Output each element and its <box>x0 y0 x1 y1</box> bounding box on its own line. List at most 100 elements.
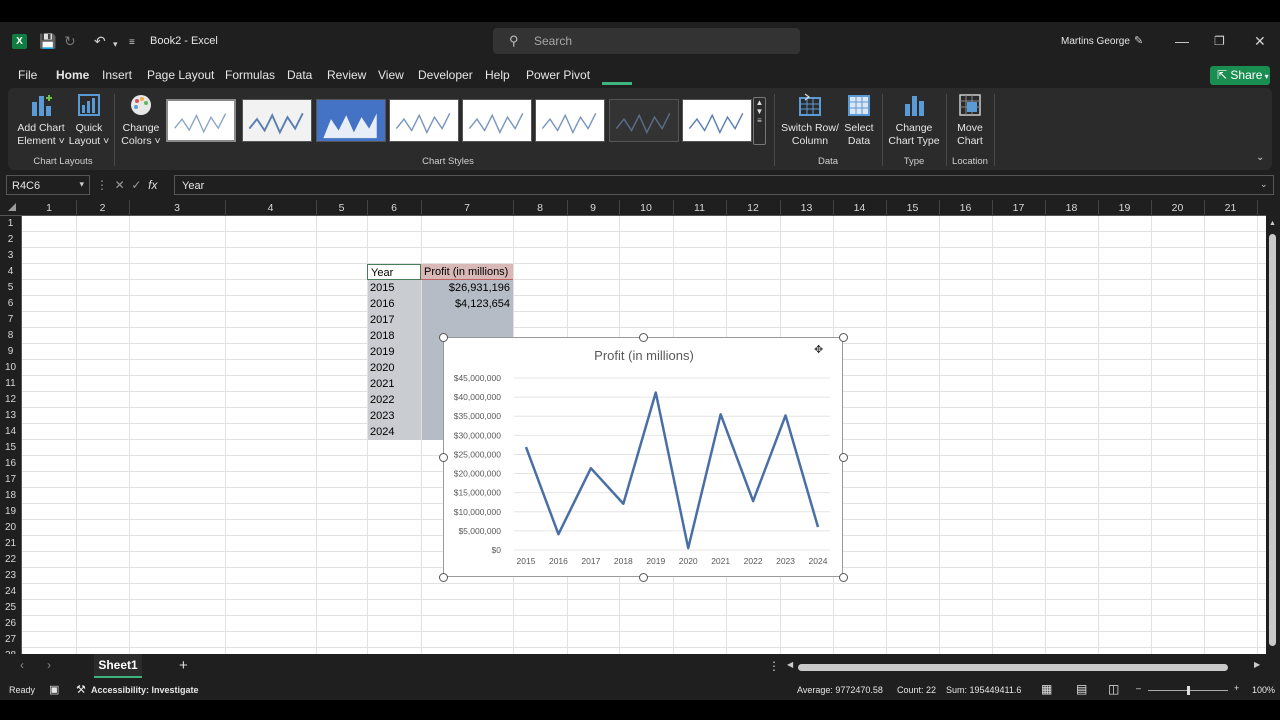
header-profit-cell[interactable]: Profit (in millions) <box>421 264 513 280</box>
chart-resize-handle[interactable] <box>439 333 448 342</box>
next-sheet-icon[interactable]: › <box>47 658 51 672</box>
column-header-2[interactable]: 2 <box>76 202 129 214</box>
tab-formulas[interactable]: Formulas <box>225 68 275 82</box>
tab-splitter-icon[interactable]: ⋮ <box>768 659 780 673</box>
normal-view-icon[interactable]: ▦ <box>1041 682 1052 696</box>
sheet-tab-sheet1[interactable]: Sheet1 <box>94 654 142 678</box>
customize-toolbar-icon[interactable]: ≡ <box>129 36 135 50</box>
scroll-left-icon[interactable]: ◀ <box>787 660 793 669</box>
row-header-22[interactable]: 22 <box>0 552 21 568</box>
zoom-in-icon[interactable]: + <box>1234 683 1239 693</box>
chart-resize-handle[interactable] <box>439 453 448 462</box>
row-header-4[interactable]: 4 <box>0 264 21 280</box>
macro-record-icon[interactable]: ▣ <box>49 683 59 696</box>
tab-power-pivot[interactable]: Power Pivot <box>526 68 590 82</box>
scroll-up-icon[interactable]: ▲ <box>1269 220 1276 227</box>
tab-view[interactable]: View <box>378 68 404 82</box>
profit-cell[interactable]: $26,931,196 <box>421 280 513 296</box>
move-chart-button[interactable]: Move Chart <box>950 92 990 148</box>
row-header-20[interactable]: 20 <box>0 520 21 536</box>
select-all-icon[interactable] <box>8 203 16 211</box>
expand-formula-bar-icon[interactable]: ⌄ <box>1260 179 1268 190</box>
add-sheet-icon[interactable]: + <box>179 657 188 674</box>
row-header-14[interactable]: 14 <box>0 424 21 440</box>
scroll-right-icon[interactable]: ▶ <box>1254 660 1260 669</box>
cancel-icon[interactable]: ✕ <box>115 178 125 192</box>
year-cell[interactable]: 2024 <box>367 424 421 440</box>
row-header-1[interactable]: 1 <box>0 216 21 232</box>
profit-cell[interactable]: $4,123,654 <box>421 296 513 312</box>
enter-icon[interactable]: ✓ <box>131 178 141 192</box>
quick-layout-button[interactable]: Quick Layout ˅ <box>68 92 110 148</box>
chart-resize-handle[interactable] <box>439 573 448 582</box>
year-cell[interactable]: 2022 <box>367 392 421 408</box>
column-header-5[interactable]: 5 <box>316 202 367 214</box>
column-header-8[interactable]: 8 <box>513 202 567 214</box>
column-header-21[interactable]: 21 <box>1204 202 1257 214</box>
undo-dropdown-icon[interactable]: ▾ <box>113 37 118 51</box>
zoom-slider-thumb[interactable] <box>1187 686 1190 695</box>
undo-icon[interactable]: ↶ <box>94 34 106 48</box>
status-count[interactable]: Count: 22 <box>897 685 936 695</box>
row-header-5[interactable]: 5 <box>0 280 21 296</box>
row-header-10[interactable]: 10 <box>0 360 21 376</box>
year-cell[interactable]: 2016 <box>367 296 421 312</box>
column-header-18[interactable]: 18 <box>1045 202 1098 214</box>
tab-page-layout[interactable]: Page Layout <box>147 68 214 82</box>
minimize-icon[interactable]: — <box>1175 34 1189 48</box>
gallery-scroll-control[interactable]: ▲ ▼ ≡ <box>753 97 766 145</box>
column-header-7[interactable]: 7 <box>421 202 513 214</box>
chart-style-8[interactable] <box>682 99 752 142</box>
chart-style-1[interactable] <box>166 99 236 142</box>
column-header-16[interactable]: 16 <box>939 202 992 214</box>
row-header-18[interactable]: 18 <box>0 488 21 504</box>
row-header-9[interactable]: 9 <box>0 344 21 360</box>
year-cell[interactable]: 2021 <box>367 376 421 392</box>
column-header-20[interactable]: 20 <box>1151 202 1204 214</box>
chart-resize-handle[interactable] <box>639 333 648 342</box>
pen-icon[interactable]: ✎ <box>1134 34 1143 48</box>
column-header-1[interactable]: 1 <box>22 202 76 214</box>
user-name[interactable]: Martins George <box>1061 36 1130 47</box>
column-header-15[interactable]: 15 <box>886 202 939 214</box>
row-header-17[interactable]: 17 <box>0 472 21 488</box>
insert-function-icon[interactable]: fx <box>148 178 157 192</box>
prev-sheet-icon[interactable]: ‹ <box>20 658 24 672</box>
vertical-scroll-thumb[interactable] <box>1269 234 1276 646</box>
status-sum[interactable]: Sum: 195449411.6 <box>946 685 1021 695</box>
formula-input[interactable]: Year <box>174 175 1274 195</box>
row-header-2[interactable]: 2 <box>0 232 21 248</box>
row-header-27[interactable]: 27 <box>0 632 21 648</box>
row-header-23[interactable]: 23 <box>0 568 21 584</box>
column-header-6[interactable]: 6 <box>367 202 421 214</box>
row-header-25[interactable]: 25 <box>0 600 21 616</box>
select-data-button[interactable]: Select Data <box>842 92 876 148</box>
add-chart-element-button[interactable]: Add Chart Element ˅ <box>16 92 66 148</box>
tab-review[interactable]: Review <box>327 68 366 82</box>
search-box[interactable]: ⚲ Search <box>493 28 800 54</box>
chart-style-6[interactable] <box>535 99 605 142</box>
column-header-14[interactable]: 14 <box>833 202 886 214</box>
row-header-19[interactable]: 19 <box>0 504 21 520</box>
column-divider[interactable] <box>1257 200 1258 216</box>
save-icon[interactable]: 💾 <box>39 34 56 48</box>
chart-style-3[interactable] <box>316 99 386 142</box>
row-header-12[interactable]: 12 <box>0 392 21 408</box>
horizontal-scroll-thumb[interactable] <box>798 664 1228 671</box>
gallery-down-icon[interactable]: ▼ <box>756 107 764 116</box>
year-cell[interactable]: 2018 <box>367 328 421 344</box>
column-header-17[interactable]: 17 <box>992 202 1045 214</box>
column-header-11[interactable]: 11 <box>673 202 726 214</box>
year-cell[interactable]: 2019 <box>367 344 421 360</box>
column-header-9[interactable]: 9 <box>567 202 619 214</box>
chart-style-2[interactable] <box>242 99 312 142</box>
page-layout-view-icon[interactable]: ▤ <box>1076 682 1087 696</box>
tab-developer[interactable]: Developer <box>418 68 473 82</box>
vertical-scrollbar[interactable]: ▲ <box>1266 216 1280 654</box>
chart-resize-handle[interactable] <box>839 333 848 342</box>
column-header-12[interactable]: 12 <box>726 202 780 214</box>
gallery-more-icon[interactable]: ≡ <box>757 116 762 125</box>
switch-row-column-button[interactable]: Switch Row/ Column <box>780 92 840 148</box>
name-box[interactable]: R4C6 ▾ <box>6 175 90 195</box>
page-break-view-icon[interactable]: ◫ <box>1108 682 1119 696</box>
